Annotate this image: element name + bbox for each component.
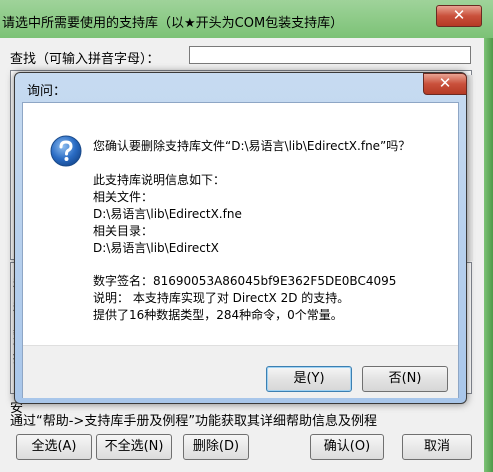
stats-text: 提供了16种数据类型，284种命令，0个常量。 [93, 308, 343, 322]
ok-button[interactable]: 确认(O) [310, 434, 384, 460]
select-none-button[interactable]: 不全选(N) [96, 434, 172, 460]
confirm-dialog: 询问： ✕ 您确认要删除支持库文件“D:\易语言\lib\EdirectX.fn… [14, 72, 467, 404]
dir-path: D:\易语言\lib\EdirectX [93, 241, 219, 255]
description-text: 说明： 本支持库实现了对 DirectX 2D 的支持。 [93, 291, 350, 305]
dialog-close-button[interactable]: ✕ [423, 73, 467, 95]
window-right-border [484, 38, 493, 472]
dir-label: 相关目录： [93, 224, 154, 238]
status-line-2: 通过“帮助->支持库手册及例程”功能获取其详细帮助信息及例程 [10, 414, 378, 429]
search-input[interactable] [189, 46, 471, 64]
yes-button[interactable]: 是(Y) [266, 366, 352, 392]
signature-text: 数字签名：81690053A86045bf9E362F5DE0BC4095 [93, 274, 397, 288]
no-button[interactable]: 否(N) [362, 366, 448, 392]
file-label: 相关文件： [93, 190, 154, 204]
window-titlebar[interactable]: 请选中所需要使用的支持库（以★开头为COM包装支持库） ✕ [0, 0, 493, 38]
delete-button[interactable]: 删除(D) [183, 434, 249, 460]
search-label: 查找（可输入拼音字母）： [10, 52, 160, 67]
select-all-button[interactable]: 全选(A) [16, 434, 92, 460]
dialog-button-bar: 是(Y) 否(N) [23, 345, 458, 398]
question-text: 您确认要删除支持库文件“D:\易语言\lib\EdirectX.fne”吗？ [93, 139, 411, 153]
window-title: 请选中所需要使用的支持库（以★开头为COM包装支持库） [2, 16, 344, 31]
dialog-body: 您确认要删除支持库文件“D:\易语言\lib\EdirectX.fne”吗？ 此… [22, 102, 459, 398]
cancel-button[interactable]: 取消 [402, 434, 472, 460]
window-close-button[interactable]: ✕ [436, 5, 482, 27]
question-icon [50, 135, 82, 167]
file-path: D:\易语言\lib\EdirectX.fne [93, 207, 242, 221]
dialog-title: 询问： [27, 84, 67, 99]
info-header-text: 此支持库说明信息如下： [93, 173, 226, 187]
